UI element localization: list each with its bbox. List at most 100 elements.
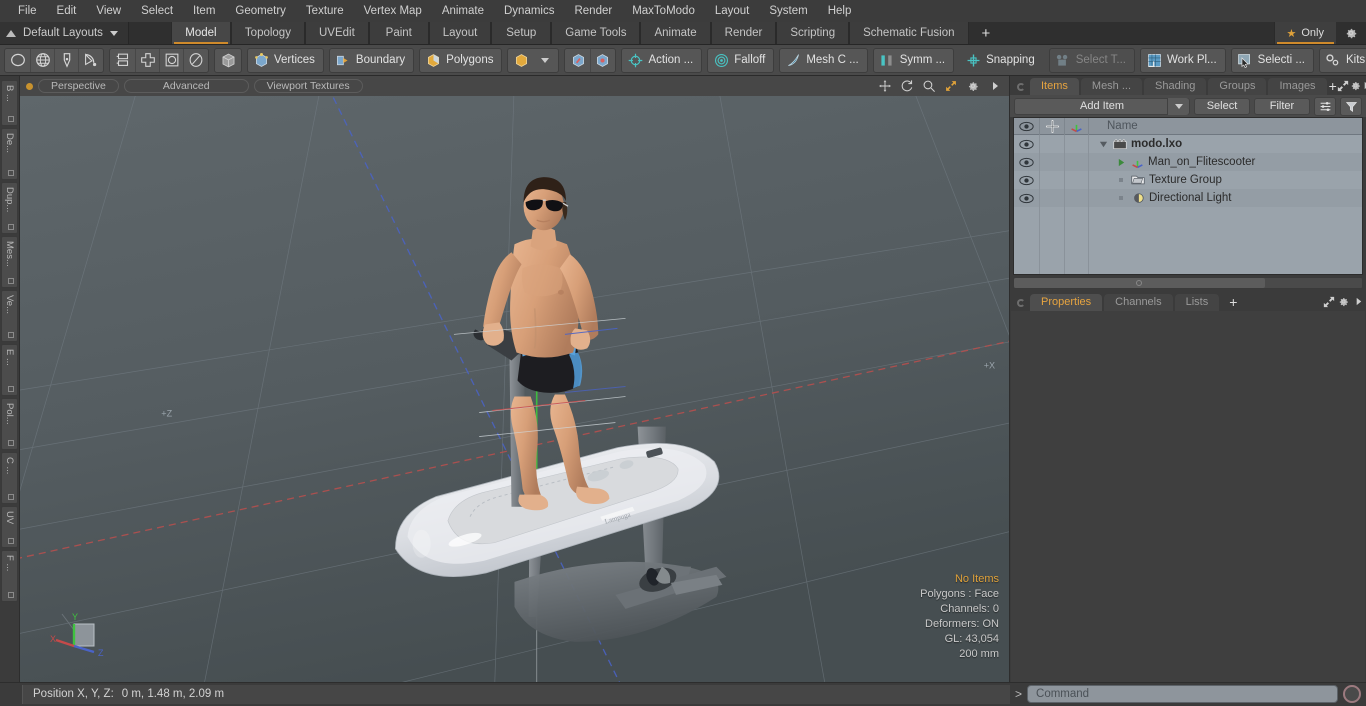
- menu-item-edit[interactable]: Edit: [47, 0, 87, 22]
- layout-tab-animate[interactable]: Animate: [640, 22, 711, 44]
- left-tool-tab-3[interactable]: Mes...: [1, 236, 18, 288]
- kits-button[interactable]: Kits: [1318, 47, 1366, 73]
- row-visibility-toggle[interactable]: [1014, 171, 1040, 189]
- symmetry-button[interactable]: Symm ...: [872, 47, 955, 73]
- add-layout-tab-button[interactable]: +: [968, 22, 1004, 44]
- 3d-viewport[interactable]: Lampuga +Z +X Y X Z No Items Polygons: …: [20, 96, 1009, 682]
- item-row-name-cell[interactable]: Texture Group: [1089, 174, 1362, 186]
- polygons-mode-button[interactable]: Polygons: [419, 47, 503, 73]
- menu-item-texture[interactable]: Texture: [296, 0, 354, 22]
- row-axis-cell[interactable]: [1065, 153, 1089, 171]
- chevron-right-icon[interactable]: [986, 78, 1003, 94]
- menu-item-system[interactable]: System: [759, 0, 817, 22]
- gear-icon[interactable]: [1336, 294, 1351, 309]
- properties-menu-dot-icon[interactable]: [1017, 299, 1025, 307]
- layout-tab-model[interactable]: Model: [170, 22, 231, 44]
- left-tool-tab-2[interactable]: Dup...: [1, 182, 18, 234]
- add-properties-tab[interactable]: +: [1221, 294, 1245, 311]
- layout-tab-layout[interactable]: Layout: [428, 22, 492, 44]
- pen-tool-button[interactable]: [54, 48, 78, 72]
- snapping-button[interactable]: Snapping: [959, 47, 1044, 73]
- item-row-name-cell[interactable]: modo.lxo: [1089, 138, 1362, 150]
- row-axis-cell[interactable]: [1065, 135, 1089, 153]
- menu-item-help[interactable]: Help: [818, 0, 862, 22]
- left-tool-tab-4[interactable]: Ve...: [1, 290, 18, 342]
- falloff-button[interactable]: Falloff: [707, 47, 775, 73]
- layout-tab-paint[interactable]: Paint: [368, 22, 429, 44]
- item-list-row[interactable]: Directional Light: [1014, 189, 1362, 207]
- pan-icon[interactable]: [876, 78, 893, 94]
- left-tool-tab-6[interactable]: Pol...: [1, 398, 18, 450]
- expand-icon[interactable]: [1321, 294, 1336, 309]
- menu-item-vertex-map[interactable]: Vertex Map: [354, 0, 432, 22]
- item-row-name-cell[interactable]: Man_on_Flitescooter: [1089, 156, 1362, 169]
- item-list-hscrollbar[interactable]: [1013, 277, 1363, 289]
- panel-tab-items[interactable]: Items: [1030, 78, 1079, 95]
- paint-a-button[interactable]: [566, 49, 590, 72]
- row-transform-cell[interactable]: [1040, 153, 1065, 171]
- row-axis-cell[interactable]: [1065, 171, 1089, 189]
- command-input[interactable]: Command: [1027, 685, 1338, 703]
- menu-item-dynamics[interactable]: Dynamics: [494, 0, 564, 22]
- row-transform-cell[interactable]: [1040, 135, 1065, 153]
- panel-tab-images[interactable]: Images: [1268, 78, 1327, 95]
- cube-mode-button[interactable]: [214, 47, 242, 73]
- chevron-right-icon[interactable]: [1351, 294, 1366, 309]
- row-visibility-toggle[interactable]: [1014, 153, 1040, 171]
- properties-tab-channels[interactable]: Channels: [1104, 294, 1173, 311]
- record-icon[interactable]: [1343, 685, 1361, 703]
- add-item-dropdown[interactable]: [1167, 97, 1189, 115]
- properties-tab-properties[interactable]: Properties: [1030, 294, 1103, 311]
- left-tool-tab-8[interactable]: UV: [1, 506, 18, 548]
- menu-item-select[interactable]: Select: [131, 0, 183, 22]
- sphere-tool-button[interactable]: [30, 48, 54, 72]
- viewport-shading-button[interactable]: Advanced: [123, 79, 249, 93]
- layout-tab-scripting[interactable]: Scripting: [776, 22, 850, 44]
- add-item-button[interactable]: Add Item: [1014, 97, 1190, 115]
- scroll-thumb[interactable]: [1014, 278, 1265, 288]
- row-visibility-toggle[interactable]: [1014, 189, 1040, 207]
- layout-tab-uvedit[interactable]: UVEdit: [304, 22, 369, 44]
- expand-arrow-open-icon[interactable]: [1097, 140, 1109, 149]
- stack-tool-button[interactable]: [111, 49, 135, 72]
- layout-tab-setup[interactable]: Setup: [491, 22, 552, 44]
- left-tool-tab-0[interactable]: B ...: [1, 80, 18, 126]
- paint-b-button[interactable]: [590, 48, 614, 72]
- curve-tool-button[interactable]: [78, 48, 102, 72]
- sort-options-button[interactable]: [1314, 96, 1336, 116]
- panel-tab-shading[interactable]: Shading: [1144, 78, 1207, 95]
- row-axis-cell[interactable]: [1065, 189, 1089, 207]
- boundary-mode-button[interactable]: Boundary: [328, 47, 415, 73]
- circle-tool-button[interactable]: [6, 49, 30, 72]
- layout-tab-schematic-fusion[interactable]: Schematic Fusion: [849, 22, 969, 44]
- item-list-row[interactable]: modo.lxo: [1014, 135, 1362, 153]
- layout-tab-render[interactable]: Render: [710, 22, 777, 44]
- properties-tab-lists[interactable]: Lists: [1174, 294, 1220, 311]
- default-layouts-button[interactable]: Default Layouts: [0, 22, 129, 44]
- mesh-constraint-button[interactable]: Mesh C ...: [779, 47, 868, 73]
- viewport-menu-dot-icon[interactable]: [26, 82, 33, 90]
- zoom-icon[interactable]: [920, 78, 937, 94]
- menu-item-file[interactable]: File: [8, 0, 47, 22]
- expand-arrow-closed-icon[interactable]: [1115, 158, 1127, 167]
- viewport-perspective-button[interactable]: Perspective: [38, 79, 119, 93]
- menu-item-render[interactable]: Render: [564, 0, 622, 22]
- left-tool-tab-1[interactable]: De...: [1, 128, 18, 180]
- fit-icon[interactable]: [942, 78, 959, 94]
- layout-tab-game-tools[interactable]: Game Tools: [551, 22, 641, 44]
- menu-item-item[interactable]: Item: [183, 0, 225, 22]
- gear-icon[interactable]: [964, 78, 981, 94]
- item-mode-button[interactable]: [509, 49, 533, 72]
- only-toggle-button[interactable]: ★ Only: [1273, 22, 1336, 44]
- plus-box-tool-button[interactable]: [135, 48, 159, 72]
- layout-tab-topology[interactable]: Topology: [230, 22, 305, 44]
- item-mode-dropdown[interactable]: [533, 49, 557, 72]
- expand-icon[interactable]: [1337, 78, 1349, 93]
- chevron-right-icon[interactable]: [1362, 78, 1366, 93]
- circle-slash-tool-button[interactable]: [183, 48, 207, 72]
- vertices-mode-button[interactable]: Vertices: [247, 47, 324, 73]
- box-circle-tool-button[interactable]: [159, 48, 183, 72]
- action-center-button[interactable]: Action ...: [621, 47, 703, 73]
- left-tool-tab-5[interactable]: E ...: [1, 344, 18, 396]
- funnel-filter-button[interactable]: [1340, 96, 1362, 116]
